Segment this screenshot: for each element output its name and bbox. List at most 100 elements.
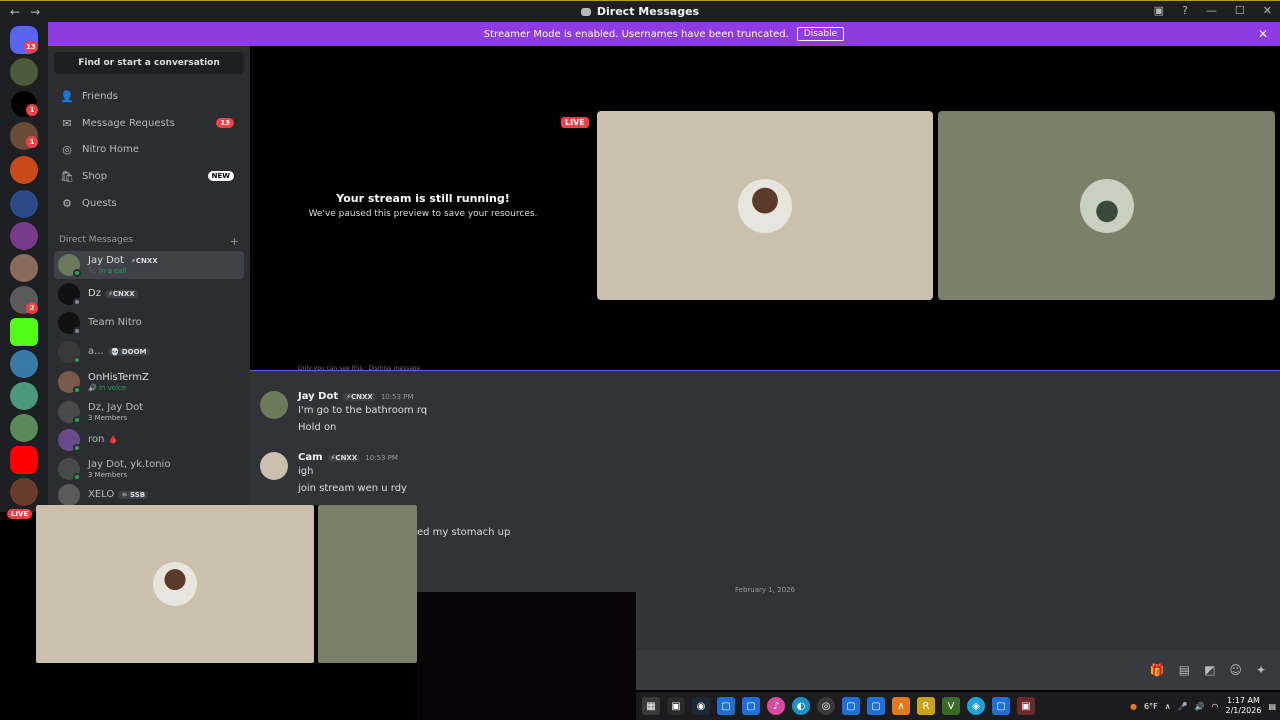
taskbar-app-icon[interactable]: ▢ (717, 697, 735, 715)
gift-icon[interactable]: 🎁 (1150, 663, 1165, 677)
sticker-icon[interactable]: ◩ (1204, 663, 1215, 677)
taskbar-app-icon[interactable]: ▢ (992, 697, 1010, 715)
message-author[interactable]: Cam (298, 452, 323, 463)
home-unread-badge: 13 (24, 41, 38, 53)
message-group: Jay Dot ⚡CNXX 10:53 PM I'm go to the bathr… (260, 391, 427, 433)
volume-icon[interactable]: 🔊 (1195, 702, 1205, 711)
dm-item[interactable]: ron 🩸 (54, 426, 244, 454)
message-author[interactable]: Jay Dot (298, 391, 338, 402)
avatar[interactable] (260, 391, 288, 419)
maximize-button[interactable]: ☐ (1235, 4, 1245, 17)
nav-nitro-home[interactable]: ◎ Nitro Home (54, 137, 244, 161)
taskbar-app-icon[interactable]: R (917, 697, 935, 715)
server-icon[interactable] (10, 350, 38, 378)
create-dm-icon[interactable]: + (230, 235, 239, 248)
music-icon[interactable]: ♪ (767, 697, 785, 715)
taskbar-app-icon[interactable]: ▣ (667, 697, 685, 715)
apps-icon[interactable]: ✦ (1256, 663, 1266, 677)
taskbar-app-icon[interactable]: ▢ (742, 697, 760, 715)
window-controls: ▣ ? — ☐ ✕ (1154, 4, 1272, 17)
paused-subtext: We've paused this preview to save your r… (308, 209, 538, 219)
dm-item[interactable]: Dz ⚡CNXX (54, 280, 244, 308)
server-icon[interactable] (10, 478, 38, 506)
weather-icon[interactable]: ● (1130, 702, 1137, 711)
taskbar-app-icon[interactable]: ▣ (1017, 697, 1035, 715)
streamer-mode-banner: Streamer Mode is enabled. Usernames have… (48, 22, 1280, 46)
nav-message-requests[interactable]: ✉ Message Requests 13 (54, 111, 244, 135)
help-icon[interactable]: ? (1182, 4, 1188, 17)
message-text: join stream wen u rdy (298, 483, 407, 494)
taskbar-app-icon[interactable]: V (942, 697, 960, 715)
dm-item[interactable]: a... 💀 DOOM (54, 338, 244, 366)
taskbar-app-icon[interactable]: ▢ (842, 697, 860, 715)
app-root: ← → Direct Messages ▣ ? — ☐ ✕ 13 1 1 2 L… (0, 0, 1280, 720)
message-composer[interactable]: 🎁 ▤ ◩ ☺ ✦ (636, 650, 1280, 690)
message-timestamp: 10:53 PM (365, 453, 398, 462)
live-indicator: LIVE (561, 117, 589, 128)
server-icon[interactable] (10, 58, 38, 86)
system-tray: ● 6°F ∧ 🎤 🔊 ◠ 1:17 AM 2/1/2026 ▤ (1130, 692, 1276, 720)
nav-label: Friends (82, 90, 118, 102)
wifi-icon[interactable]: ◠ (1212, 702, 1219, 711)
nav-friends[interactable]: 👤 Friends (54, 84, 244, 108)
guild-tag: ⚡CNXX (327, 453, 361, 462)
group-avatar (58, 458, 81, 481)
pip-tile[interactable] (318, 505, 417, 663)
avatar (58, 312, 81, 335)
paused-stream-notice: Your stream is still running! We've paus… (308, 192, 538, 219)
server-icon[interactable] (10, 446, 38, 474)
message-timestamp: 10:53 PM (380, 392, 414, 401)
start-icon[interactable]: ▦ (642, 697, 660, 715)
title-bar: ← → Direct Messages ▣ ? — ☐ ✕ (0, 0, 1280, 22)
server-icon[interactable] (10, 156, 38, 184)
dm-item[interactable]: Jay Dot, yk.tonio 3 Members (54, 455, 244, 483)
server-icon[interactable] (10, 318, 38, 346)
pip-tile[interactable] (36, 505, 314, 663)
back-arrow-icon[interactable]: ← (10, 5, 20, 19)
server-icon[interactable] (10, 414, 38, 442)
taskbar-app-icon[interactable]: ▢ (867, 697, 885, 715)
disable-streamer-mode-button[interactable]: Disable (796, 27, 845, 41)
quests-icon: ⚙ (62, 196, 72, 210)
dm-item[interactable]: Dz, Jay Dot 3 Members (54, 398, 244, 426)
gif-icon[interactable]: ▤ (1179, 663, 1190, 677)
dm-item[interactable]: OnHisTermZ 🔊 In voice (54, 368, 244, 396)
inbox-icon[interactable]: ▣ (1154, 4, 1164, 17)
message-text: ed my stomach up (417, 527, 511, 538)
search-input[interactable]: Find or start a conversation (54, 52, 244, 74)
participant-tile[interactable] (938, 111, 1275, 300)
pip-overlay[interactable] (36, 505, 417, 663)
discord-logo-icon (580, 7, 591, 16)
status-indicator (73, 444, 81, 452)
edge-icon[interactable]: ◐ (792, 697, 810, 715)
server-icon[interactable] (10, 382, 38, 410)
weather-temp[interactable]: 6°F (1144, 702, 1158, 711)
taskbar-app-icon[interactable]: ◎ (817, 697, 835, 715)
dm-subtext: 🔊 In voice (88, 383, 127, 392)
participant-tile[interactable] (597, 111, 933, 300)
emoji-icon[interactable]: ☺ (1229, 663, 1242, 677)
close-window-button[interactable]: ✕ (1263, 4, 1272, 17)
taskbar-app-icon[interactable]: ∧ (892, 697, 910, 715)
dm-item[interactable]: Jay Dot ⚡CNXX 📞 In a call (54, 251, 244, 279)
server-icon[interactable] (10, 254, 38, 282)
nav-shop[interactable]: 🛍 Shop NEW (54, 164, 244, 188)
dm-sidebar: Find or start a conversation 👤 Friends ✉… (48, 46, 250, 506)
microphone-icon[interactable]: 🎤 (1178, 702, 1188, 711)
server-icon[interactable] (10, 190, 38, 218)
taskbar-app-icon[interactable]: ◈ (967, 697, 985, 715)
nav-quests[interactable]: ⚙ Quests (54, 191, 244, 215)
dm-name: a... (88, 346, 104, 358)
server-icon[interactable] (10, 222, 38, 250)
steam-icon[interactable]: ◉ (692, 697, 710, 715)
minimize-button[interactable]: — (1206, 4, 1217, 17)
dm-item[interactable]: Team Nitro (54, 309, 244, 337)
notification-icon[interactable]: ▤ (1268, 702, 1276, 711)
avatar (58, 371, 81, 394)
close-icon[interactable]: ✕ (1258, 27, 1268, 41)
dm-item[interactable]: XELO ⚛ SSB (54, 484, 244, 506)
clock[interactable]: 1:17 AM 2/1/2026 (1226, 696, 1262, 715)
avatar[interactable] (260, 452, 288, 480)
chevron-up-icon[interactable]: ∧ (1165, 702, 1171, 711)
forward-arrow-icon[interactable]: → (30, 5, 40, 19)
